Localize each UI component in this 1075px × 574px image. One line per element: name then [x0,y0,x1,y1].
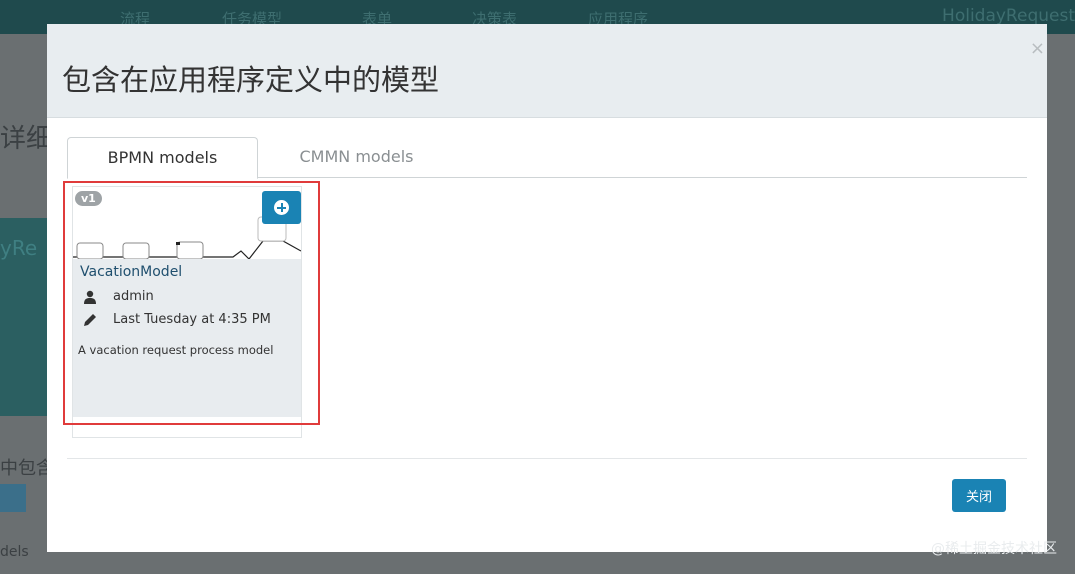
bg-fragment: 详细 [0,124,53,154]
tab-bpmn-models[interactable]: BPMN models [67,137,258,179]
close-icon[interactable]: × [1030,38,1045,59]
dialog-header: 包含在应用程序定义中的模型 × [47,24,1047,118]
model-type-tabs: BPMN models CMMN models [67,137,1027,179]
dialog-title: 包含在应用程序定义中的模型 [62,63,440,97]
modified-row: Last Tuesday at 4:35 PM [83,312,271,327]
model-card[interactable]: v1 VacationModel admin Last Tuesday at 4… [72,186,302,438]
model-name[interactable]: VacationModel [80,264,182,280]
footer-divider [67,458,1027,459]
model-details: VacationModel admin Last Tuesday at 4:35… [73,259,301,417]
modified-date: Last Tuesday at 4:35 PM [113,312,271,327]
pencil-icon [84,313,96,326]
model-thumbnail: v1 [73,187,301,259]
models-dialog: 包含在应用程序定义中的模型 × BPMN models CMMN models … [47,24,1047,552]
bg-brand: HolidayRequest [942,6,1075,26]
version-badge: v1 [75,191,102,206]
author-name: admin [113,289,154,304]
bg-fragment: 中包含 [0,458,54,479]
add-model-button[interactable] [262,191,301,224]
user-icon [84,290,96,304]
bg-panel: yRe [0,218,48,416]
bg-fragment: yRe [0,236,38,260]
bg-fragment: dels [0,544,29,560]
plus-circle-icon [274,200,289,215]
close-button[interactable]: 关闭 [952,479,1006,512]
tab-cmmn-models[interactable]: CMMN models [258,137,455,178]
watermark: @稀土掘金技术社区 [931,541,1057,557]
bg-button [0,484,26,512]
model-description: A vacation request process model [78,343,274,357]
author-row: admin [83,289,154,304]
